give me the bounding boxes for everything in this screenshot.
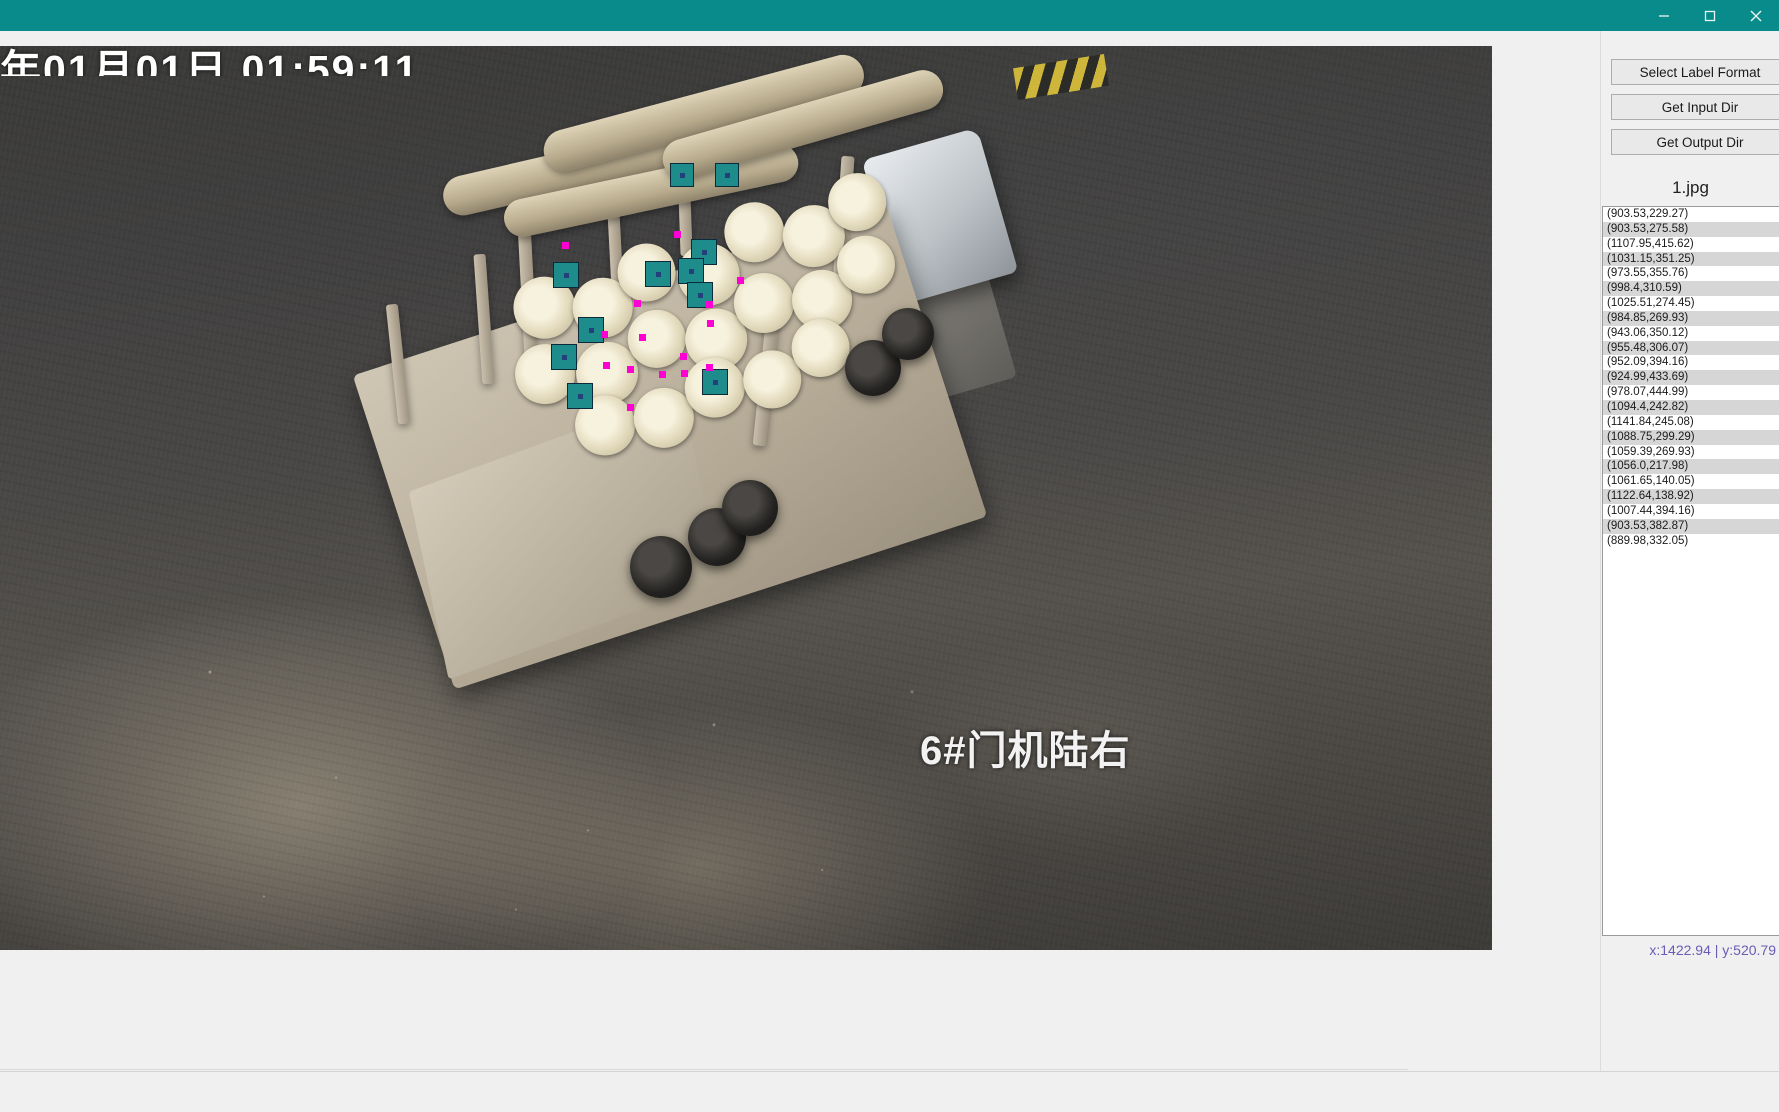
- coordinate-list-item[interactable]: (984.85,269.93): [1603, 310, 1779, 326]
- annotation-box[interactable]: [715, 163, 739, 187]
- annotation-box[interactable]: [702, 369, 728, 395]
- maximize-icon[interactable]: [1687, 0, 1733, 31]
- coordinate-list-item[interactable]: (889.98,332.05): [1603, 533, 1779, 549]
- coordinate-list-item[interactable]: (924.99,433.69): [1603, 370, 1779, 386]
- annotation-point[interactable]: [601, 331, 608, 338]
- coordinate-list-item[interactable]: (1007.44,394.16): [1603, 503, 1779, 519]
- get-output-dir-button[interactable]: Get Output Dir: [1611, 129, 1779, 155]
- right-side-panel: Select Label Format Get Input Dir Get Ou…: [1600, 31, 1779, 1071]
- annotation-point[interactable]: [674, 231, 681, 238]
- coordinate-list-item[interactable]: (1094.4,242.82): [1603, 399, 1779, 415]
- annotation-point[interactable]: [706, 301, 713, 308]
- coordinate-list-item[interactable]: (973.55,355.76): [1603, 266, 1779, 282]
- annotation-point[interactable]: [639, 334, 646, 341]
- annotation-point[interactable]: [627, 404, 634, 411]
- annotation-point[interactable]: [706, 364, 713, 371]
- coordinate-listbox[interactable]: (903.53,229.27) (903.53,275.58) (1107.95,4…: [1602, 206, 1779, 936]
- annotation-point[interactable]: [681, 370, 688, 377]
- get-input-dir-button[interactable]: Get Input Dir: [1611, 94, 1779, 120]
- annotated-image[interactable]: 年01月01日 01:59:11 6#门机陆右: [0, 46, 1492, 950]
- coordinate-list-item[interactable]: (1088.75,299.29): [1603, 429, 1779, 445]
- annotation-overlay-layer[interactable]: [0, 46, 1492, 950]
- annotation-box[interactable]: [553, 262, 579, 288]
- image-canvas-area[interactable]: 年01月01日 01:59:11 6#门机陆右: [0, 31, 1600, 1071]
- annotation-point[interactable]: [603, 362, 610, 369]
- coordinate-list-item[interactable]: (1141.84,245.08): [1603, 414, 1779, 430]
- coordinate-list-item[interactable]: (903.53,382.87): [1603, 518, 1779, 534]
- coordinate-list-item[interactable]: (955.48,306.07): [1603, 340, 1779, 356]
- coordinate-list-item[interactable]: (943.06,350.12): [1603, 325, 1779, 341]
- annotation-box[interactable]: [551, 344, 577, 370]
- coordinate-list-item[interactable]: (1025.51,274.45): [1603, 296, 1779, 311]
- annotation-point[interactable]: [707, 320, 714, 327]
- coordinate-list-item[interactable]: (952.09,394.16): [1603, 355, 1779, 371]
- coordinate-list-item[interactable]: (1107.95,415.62): [1603, 236, 1779, 252]
- minimize-icon[interactable]: [1641, 0, 1687, 31]
- select-label-format-button[interactable]: Select Label Format: [1611, 59, 1779, 85]
- annotation-box[interactable]: [670, 163, 694, 187]
- annotation-point[interactable]: [627, 366, 634, 373]
- annotation-point[interactable]: [634, 300, 641, 307]
- current-file-name: 1.jpg: [1672, 178, 1709, 197]
- annotation-point[interactable]: [680, 353, 687, 360]
- close-icon[interactable]: [1733, 0, 1779, 31]
- coordinate-list-item[interactable]: (903.53,275.58): [1603, 221, 1779, 237]
- annotation-point[interactable]: [737, 277, 744, 284]
- nav-separator: [0, 1069, 1408, 1070]
- annotation-point[interactable]: [659, 371, 666, 378]
- coordinate-list-item[interactable]: (1031.15,351.25): [1603, 251, 1779, 267]
- coordinate-list-item[interactable]: (978.07,444.99): [1603, 385, 1779, 400]
- coordinate-list-item[interactable]: (998.4,310.59): [1603, 281, 1779, 297]
- annotation-box[interactable]: [678, 258, 704, 284]
- coordinate-list-item[interactable]: (1059.39,269.93): [1603, 444, 1779, 460]
- app-window: 年01月01日 01:59:11 6#门机陆右 Select Label For…: [0, 0, 1779, 1112]
- mouse-coordinate-readout: x:1422.94 | y:520.79: [1649, 942, 1776, 958]
- bottom-navigation-bar: << Prev 001/005 Next >> Jump: Go!: [0, 1071, 1779, 1112]
- title-bar: [0, 0, 1779, 31]
- annotation-point[interactable]: [562, 242, 569, 249]
- annotation-box[interactable]: [578, 317, 604, 343]
- coordinate-list-item[interactable]: (903.53,229.27): [1603, 207, 1779, 222]
- coordinate-list-item[interactable]: (1061.65,140.05): [1603, 474, 1779, 490]
- annotation-box[interactable]: [645, 261, 671, 287]
- coordinate-list-item[interactable]: (1056.0,217.98): [1603, 459, 1779, 475]
- annotation-box[interactable]: [567, 383, 593, 409]
- coordinate-list-item[interactable]: (1122.64,138.92): [1603, 489, 1779, 504]
